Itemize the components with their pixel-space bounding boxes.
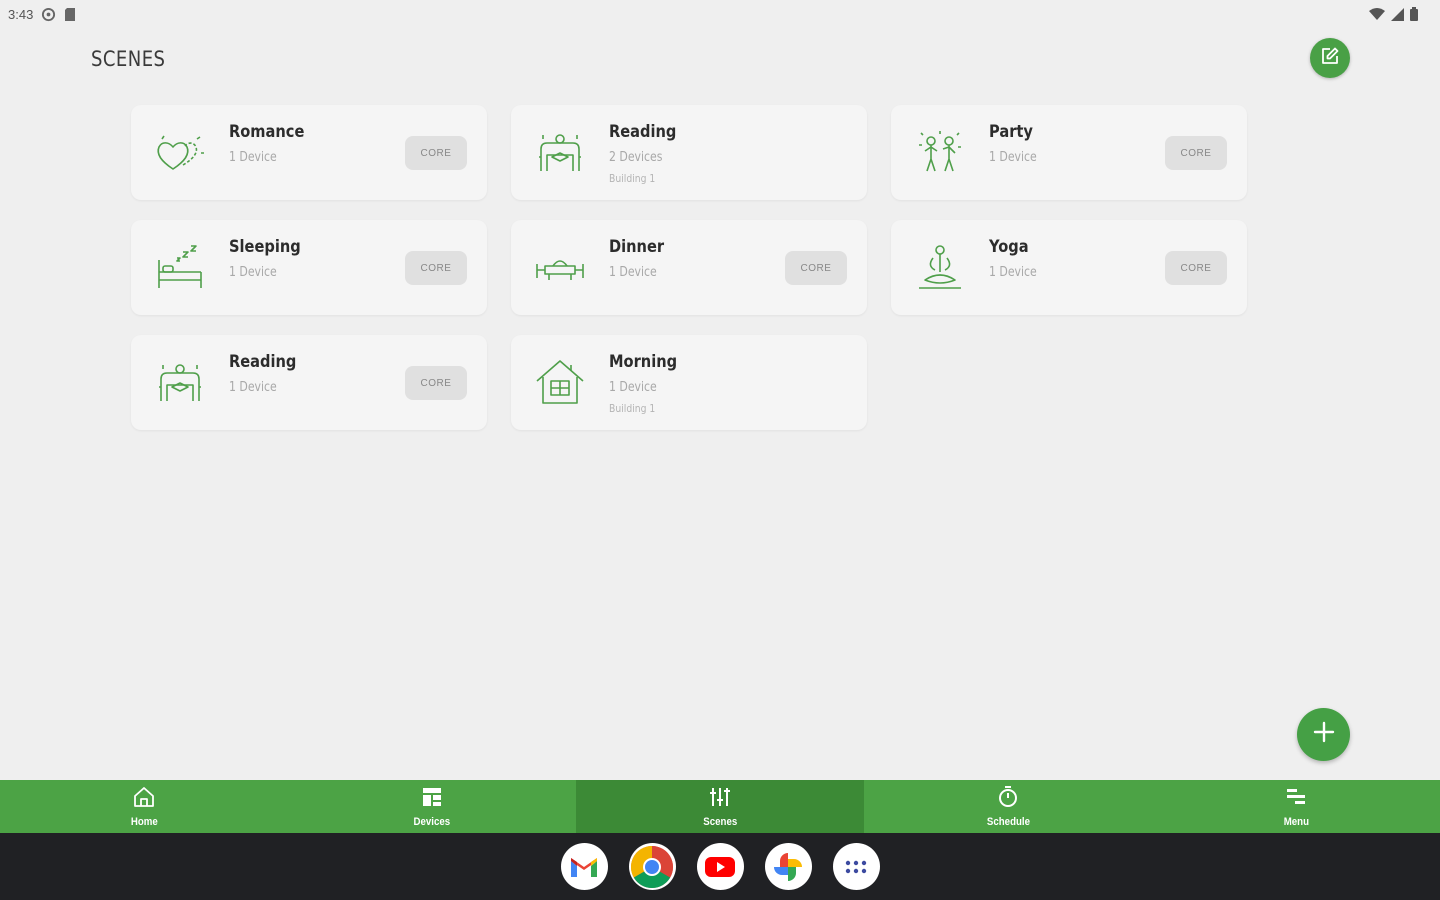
status-bar: 3:43 <box>0 0 1440 28</box>
scene-device-count: 1 Device <box>989 265 1037 280</box>
reading-icon <box>153 357 207 407</box>
scene-card[interactable]: Dinner 1 Device CORE <box>511 220 867 315</box>
scene-card[interactable]: Yoga 1 Device CORE <box>891 220 1247 315</box>
status-time: 3:43 <box>8 6 34 22</box>
scene-card[interactable]: Romance 1 Device CORE <box>131 105 487 200</box>
party-icon <box>913 127 967 177</box>
core-badge: CORE <box>785 251 847 285</box>
nav-label: Menu <box>1283 816 1309 828</box>
scene-card[interactable]: Party 1 Device CORE <box>891 105 1247 200</box>
hearts-icon <box>153 127 207 177</box>
core-badge: CORE <box>405 366 467 400</box>
scene-device-count: 1 Device <box>609 265 657 280</box>
plus-icon <box>1313 721 1335 748</box>
nav-label: Home <box>130 816 158 828</box>
scene-device-count: 1 Device <box>229 150 277 165</box>
scene-name: Sleeping <box>229 237 301 257</box>
bottom-navigation: Home Devices Scenes Schedule Menu <box>0 780 1440 833</box>
scene-device-count: 1 Device <box>989 150 1037 165</box>
page-title: SCENES <box>91 47 166 71</box>
edit-scenes-button[interactable] <box>1310 38 1350 78</box>
scene-name: Reading <box>609 122 677 142</box>
scene-name: Yoga <box>989 237 1029 257</box>
nav-item-scenes[interactable]: Scenes <box>576 780 864 833</box>
menu-icon <box>1284 785 1308 814</box>
edit-icon <box>1320 46 1340 71</box>
house-icon <box>533 357 587 407</box>
scene-card[interactable]: Reading 2 Devices Building 1 <box>511 105 867 200</box>
scene-name: Reading <box>229 352 297 372</box>
signal-icon <box>1391 7 1404 21</box>
status-left: 3:43 <box>8 7 76 22</box>
nav-label: Devices <box>413 816 451 828</box>
chrome-icon[interactable] <box>628 843 676 890</box>
home-icon <box>132 785 156 814</box>
nav-label: Scenes <box>703 816 737 828</box>
settings-icon <box>41 7 56 22</box>
sd-card-icon <box>64 7 76 22</box>
photos-icon[interactable] <box>764 843 812 890</box>
scene-device-count: 1 Device <box>609 380 657 395</box>
sliders-icon <box>708 785 732 814</box>
reading-icon <box>533 127 587 177</box>
scene-name: Morning <box>609 352 678 372</box>
timer-icon <box>996 785 1020 814</box>
taskbar <box>0 833 1440 900</box>
scene-device-count: 2 Devices <box>609 150 663 165</box>
scene-name: Party <box>989 122 1033 142</box>
core-badge: CORE <box>1165 251 1227 285</box>
app-drawer-icon[interactable] <box>832 843 880 890</box>
nav-label: Schedule <box>986 816 1030 828</box>
gmail-icon[interactable] <box>560 843 608 890</box>
scene-device-count: 1 Device <box>229 265 277 280</box>
scene-card[interactable]: Morning 1 Device Building 1 <box>511 335 867 430</box>
scene-name: Romance <box>229 122 305 142</box>
nav-item-home[interactable]: Home <box>0 780 288 833</box>
core-badge: CORE <box>405 136 467 170</box>
nav-item-devices[interactable]: Devices <box>288 780 576 833</box>
scene-name: Dinner <box>609 237 665 257</box>
scene-device-count: 1 Device <box>229 380 277 395</box>
devices-icon <box>420 785 444 814</box>
battery-icon <box>1410 7 1418 21</box>
scene-building: Building 1 <box>609 172 656 185</box>
bed-icon <box>153 242 207 292</box>
nav-item-menu[interactable]: Menu <box>1152 780 1440 833</box>
scene-card[interactable]: Sleeping 1 Device CORE <box>131 220 487 315</box>
yoga-icon <box>913 242 967 292</box>
add-scene-button[interactable] <box>1297 708 1350 761</box>
youtube-icon[interactable] <box>696 843 744 890</box>
core-badge: CORE <box>405 251 467 285</box>
core-badge: CORE <box>1165 136 1227 170</box>
scene-card[interactable]: Reading 1 Device CORE <box>131 335 487 430</box>
wifi-icon <box>1369 7 1385 21</box>
scene-building: Building 1 <box>609 402 656 415</box>
nav-item-schedule[interactable]: Schedule <box>864 780 1152 833</box>
scene-grid: Romance 1 Device CORE Reading 2 Devices … <box>131 105 1247 430</box>
status-right <box>1369 7 1418 21</box>
dinner-icon <box>533 242 587 292</box>
